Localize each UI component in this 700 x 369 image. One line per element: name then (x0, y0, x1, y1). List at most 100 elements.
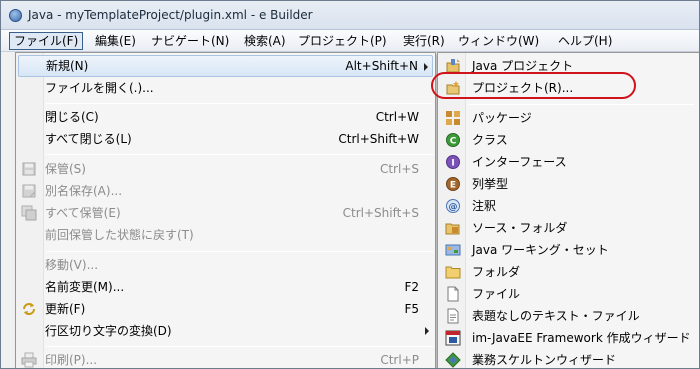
menu-help[interactable]: ヘルプ(H) (554, 32, 616, 50)
submenu-item-label: パッケージ (472, 111, 532, 125)
svg-text:@: @ (449, 203, 458, 213)
menu-item-label: 別名保存(A)... (45, 184, 123, 198)
submenu-item-class[interactable]: C クラス (440, 129, 698, 151)
menu-item-save[interactable]: 保管(S) Ctrl+S (18, 158, 433, 180)
menu-item-open-file[interactable]: ファイルを開く(.)... (18, 77, 433, 99)
submenu-item-label: クラス (472, 133, 508, 147)
menu-separator (46, 251, 434, 252)
menu-file[interactable]: ファイル(F) (9, 32, 84, 50)
highlight-annotation-ellipse (431, 72, 636, 99)
package-icon (446, 111, 460, 125)
print-icon (21, 352, 37, 368)
submenu-item-label: Java ワーキング・セット (472, 243, 609, 257)
menu-run[interactable]: 実行(R) (399, 32, 449, 50)
menu-item-accelerator: Ctrl+Shift+S (342, 206, 419, 220)
enum-icon: E (446, 177, 460, 191)
class-icon: C (446, 133, 460, 147)
menu-separator (468, 104, 694, 105)
menu-item-label: 前回保管した状態に戻す(T) (45, 228, 194, 242)
submenu-item-label: インターフェース (472, 155, 567, 169)
file-menu-dropdown: 新規(N) Alt+Shift+N ファイルを開く(.)... 閉じる(C) C… (15, 52, 436, 368)
submenu-item-source-folder[interactable]: ソース・フォルダ (440, 217, 698, 239)
submenu-item-enum[interactable]: E 列挙型 (440, 173, 698, 195)
menu-item-close-all[interactable]: すべて閉じる(L) Ctrl+Shift+W (18, 128, 433, 150)
menu-item-print[interactable]: 印刷(P)... Ctrl+P (18, 349, 433, 368)
menu-item-label: 閉じる(C) (45, 110, 99, 124)
menu-search[interactable]: 検索(A) (240, 32, 290, 50)
submenu-item-annotation[interactable]: @ 注釈 (440, 195, 698, 217)
file-icon (447, 286, 459, 302)
annotation-icon: @ (446, 199, 460, 213)
save-all-icon (21, 205, 37, 221)
menu-item-label: 移動(V)... (45, 258, 99, 272)
menu-item-label: 名前変更(M)... (45, 280, 125, 294)
menu-bar: ファイル(F) 編集(E) ナビゲート(N) 検索(A) プロジェクト(P) 実… (1, 30, 699, 52)
menu-window[interactable]: ウィンドウ(W) (454, 32, 543, 50)
submenu-item-label: 表題なしのテキスト・ファイル (472, 309, 640, 323)
menu-item-label: 保管(S) (45, 162, 86, 176)
submenu-item-label: ファイル (472, 287, 521, 301)
svg-text:C: C (450, 137, 457, 147)
new-submenu: Java プロジェクト プロジェクト(R)... パッケージ C クラス I イ… (437, 52, 699, 368)
submenu-item-folder[interactable]: フォルダ (440, 261, 698, 283)
untitled-text-file-icon (447, 308, 459, 324)
menu-item-save-as[interactable]: 別名保存(A)... (18, 180, 433, 202)
menu-item-accelerator: Ctrl+P (380, 353, 419, 367)
interface-icon: I (446, 155, 460, 169)
refresh-icon (23, 303, 35, 315)
submenu-item-business-skeleton-wizard[interactable]: 業務スケルトンウィザード (440, 349, 698, 368)
menu-item-refresh[interactable]: 更新(F) F5 (18, 298, 433, 320)
eclipse-window: Java - myTemplateProject/plugin.xml - e … (0, 0, 700, 369)
eclipse-icon (9, 9, 22, 22)
submenu-item-label: 業務スケルトンウィザード (472, 353, 617, 367)
working-set-icon (445, 244, 461, 256)
menu-item-label: 印刷(P)... (45, 353, 98, 367)
menu-item-close[interactable]: 閉じる(C) Ctrl+W (18, 106, 433, 128)
submenu-item-label: 注釈 (472, 199, 497, 213)
menu-item-save-all[interactable]: すべて保管(E) Ctrl+Shift+S (18, 202, 433, 224)
submenu-item-java-working-set[interactable]: Java ワーキング・セット (440, 239, 698, 261)
menu-item-accelerator: Ctrl+Shift+W (338, 132, 419, 146)
window-title: Java - myTemplateProject/plugin.xml - e … (28, 8, 313, 22)
menu-item-new[interactable]: 新規(N) Alt+Shift+N (18, 55, 433, 77)
svg-text:E: E (450, 181, 456, 191)
save-as-icon (22, 184, 36, 198)
menu-item-accelerator: F5 (404, 302, 419, 316)
submenu-item-package[interactable]: パッケージ (440, 107, 698, 129)
menu-item-accelerator: Ctrl+S (379, 162, 419, 176)
submenu-item-label: 列挙型 (472, 177, 509, 191)
menu-item-label: 新規(N) (46, 59, 89, 73)
menu-item-convert-line-delimiters[interactable]: 行区切り文字の変換(D) (18, 320, 433, 342)
menu-item-rename[interactable]: 名前変更(M)... F2 (18, 276, 433, 298)
menu-item-label: すべて閉じる(L) (45, 132, 132, 146)
source-folder-icon (445, 223, 460, 235)
svg-text:I: I (451, 159, 454, 169)
submenu-arrow-icon (425, 327, 429, 335)
menu-edit[interactable]: 編集(E) (91, 32, 140, 50)
submenu-item-file[interactable]: ファイル (440, 283, 698, 305)
menu-item-label: 更新(F) (45, 302, 86, 316)
menu-item-accelerator: Alt+Shift+N (345, 59, 418, 73)
save-icon (22, 162, 36, 176)
title-bar: Java - myTemplateProject/plugin.xml - e … (1, 1, 699, 30)
menu-separator (46, 346, 434, 347)
submenu-item-untitled-text-file[interactable]: 表題なしのテキスト・ファイル (440, 305, 698, 327)
menu-item-revert[interactable]: 前回保管した状態に戻す(T) (18, 224, 433, 246)
menu-item-label: 行区切り文字の変換(D) (45, 324, 172, 338)
skeleton-wizard-icon (445, 352, 461, 368)
folder-icon (445, 266, 461, 279)
menu-separator (46, 154, 434, 155)
submenu-arrow-icon (424, 63, 428, 71)
menu-item-accelerator: Ctrl+W (375, 110, 419, 124)
submenu-item-interface[interactable]: I インターフェース (440, 151, 698, 173)
menu-item-move[interactable]: 移動(V)... (18, 254, 433, 276)
submenu-item-label: フォルダ (472, 265, 521, 279)
menu-item-accelerator: F2 (404, 280, 419, 294)
menu-item-label: すべて保管(E) (45, 206, 121, 220)
submenu-item-im-javaee-framework-wizard[interactable]: im-JavaEE Framework 作成ウィザード (440, 327, 698, 349)
submenu-item-label: im-JavaEE Framework 作成ウィザード (472, 331, 691, 345)
menu-separator (46, 103, 434, 104)
menu-item-label: ファイルを開く(.)... (45, 81, 154, 95)
menu-navigate[interactable]: ナビゲート(N) (147, 32, 233, 50)
menu-project[interactable]: プロジェクト(P) (294, 32, 391, 50)
